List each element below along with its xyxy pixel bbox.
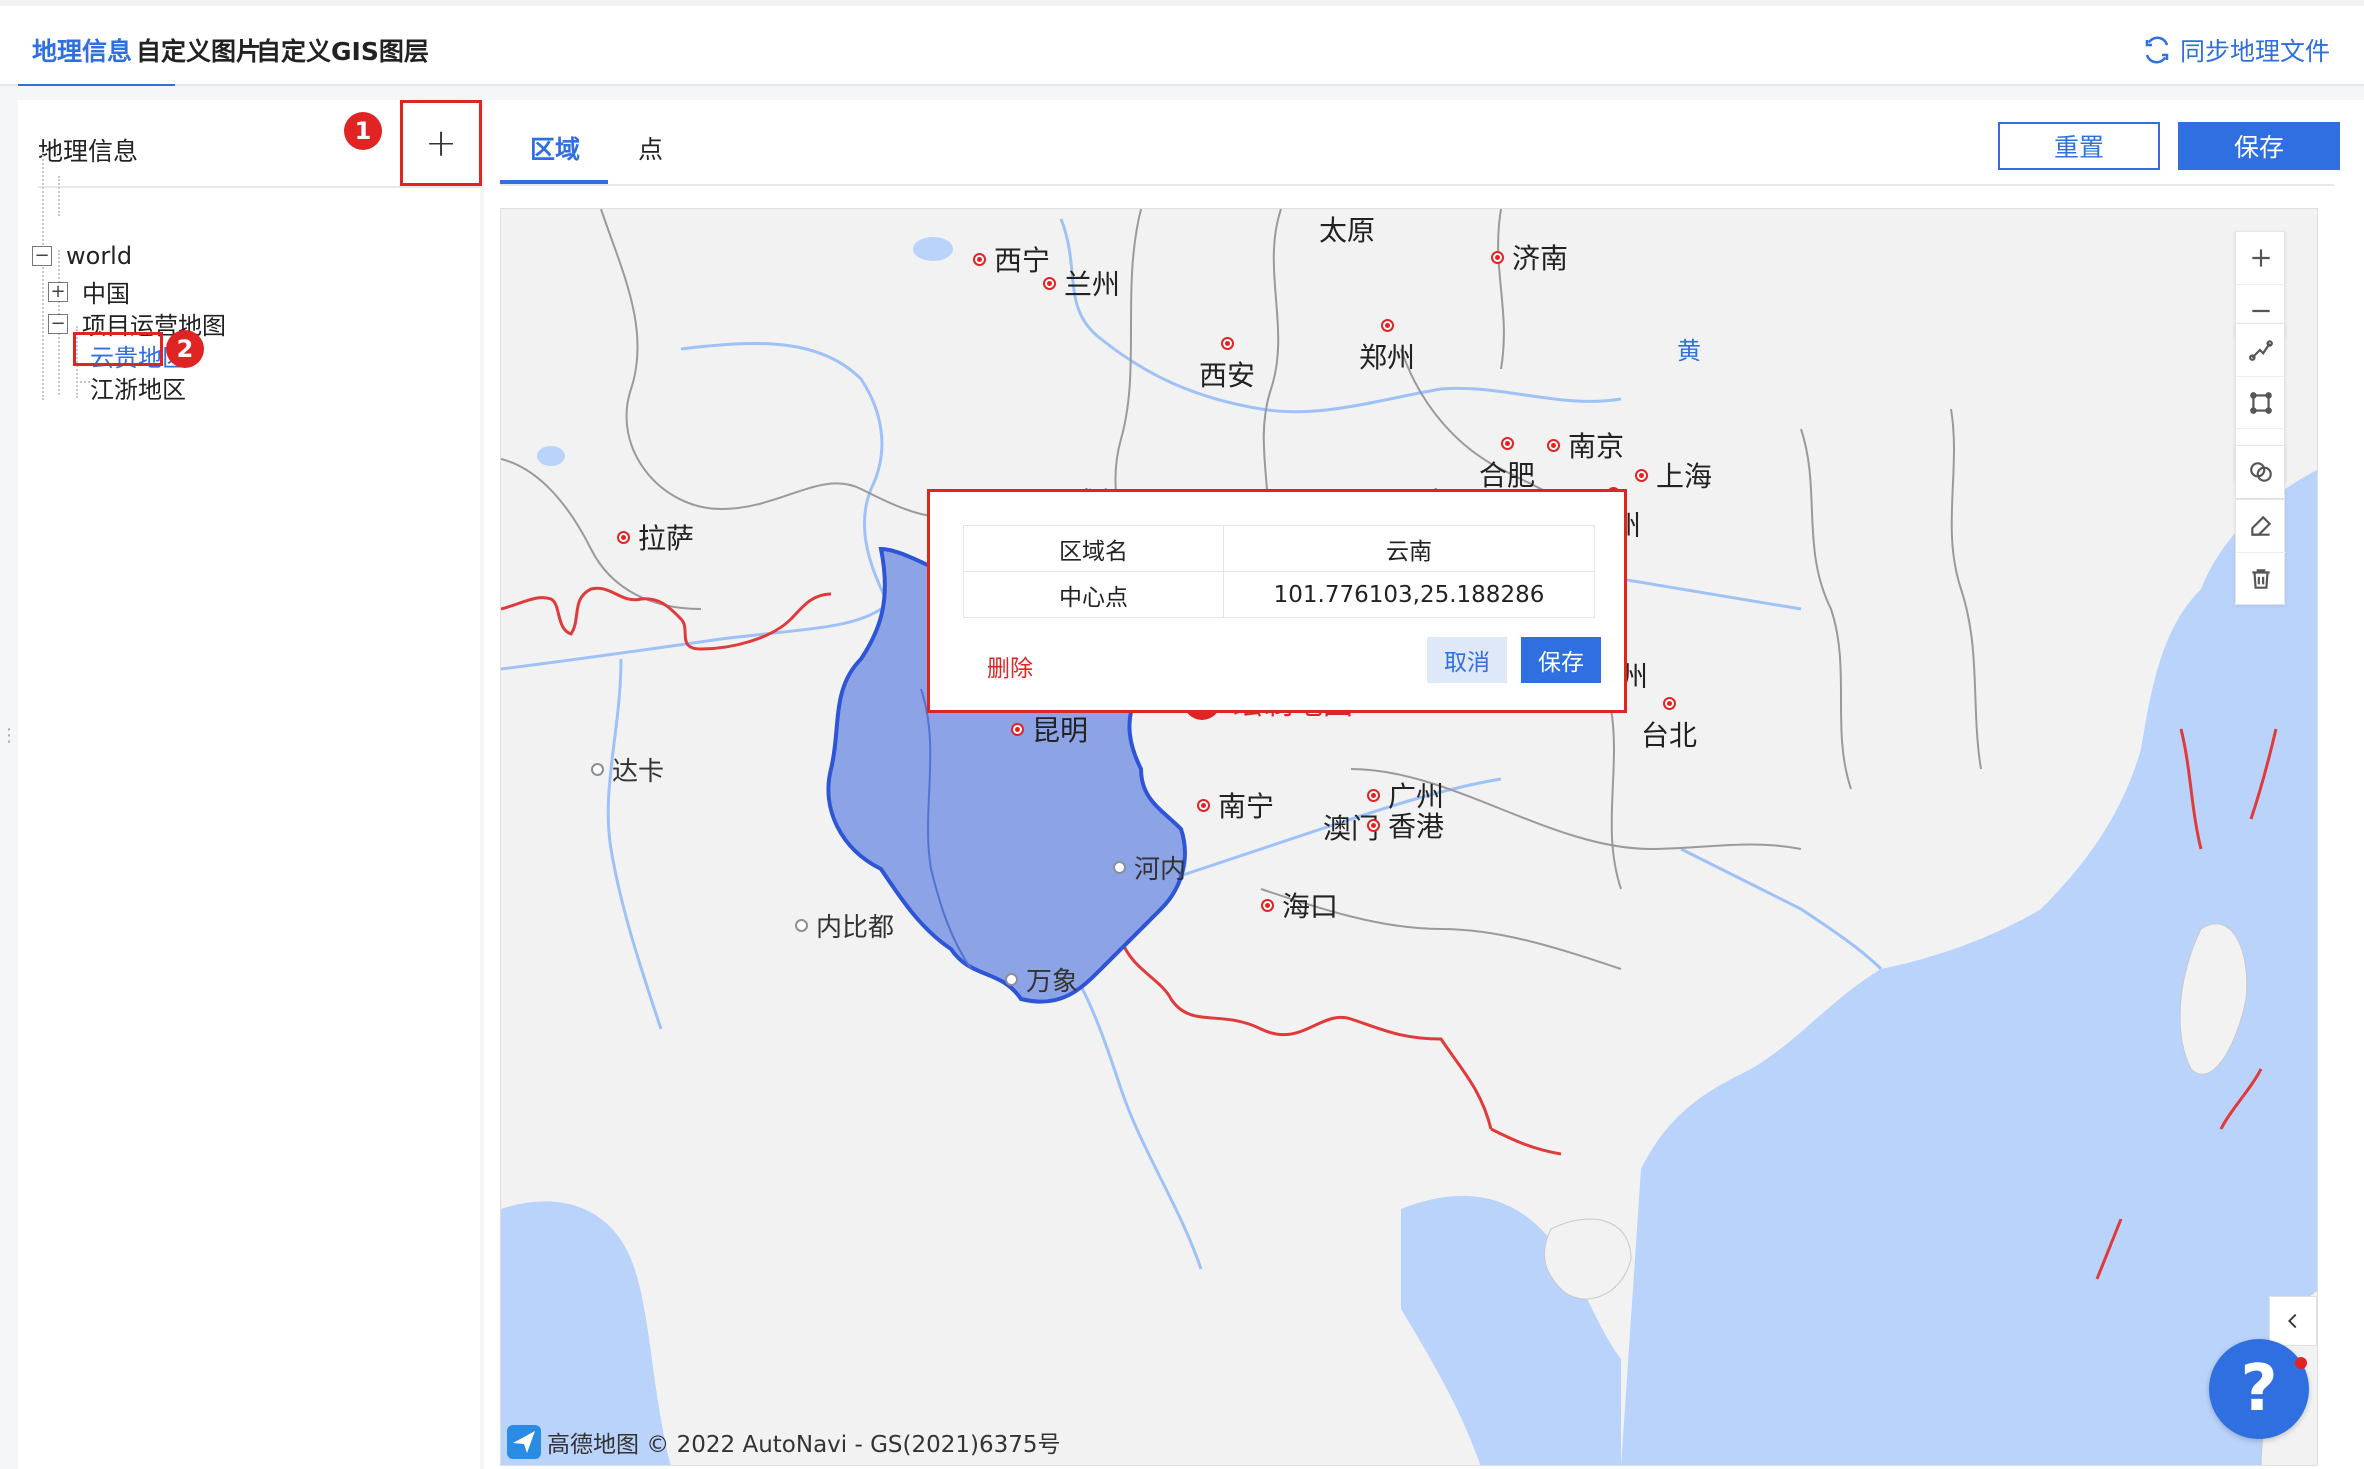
merge-tools	[2235, 445, 2285, 499]
save-button[interactable]: 保存	[2178, 122, 2340, 170]
geo-info-panel: 地理信息 + 1 − world + 中国 − 项目运营地图 云贵地区 2 江浙…	[18, 100, 482, 1469]
notification-dot	[2295, 1357, 2307, 1369]
tab-custom-gis-layer[interactable]: 自定义GIS图层	[256, 32, 429, 68]
city-dot-icon	[1662, 697, 1676, 710]
city-dot-icon	[1011, 722, 1024, 736]
city-dot-icon	[1261, 898, 1274, 912]
divider	[38, 186, 480, 188]
city-dot-icon	[1005, 973, 1018, 986]
draw-polyline-button[interactable]	[2236, 324, 2286, 376]
city-marker[interactable]: 内比都	[795, 907, 894, 944]
city-dot-icon	[1547, 438, 1560, 452]
collapse-icon[interactable]: −	[32, 246, 52, 266]
top-tab-bar: 地理信息 自定义图片 自定义GIS图层 同步地理文件	[0, 0, 2364, 88]
city-marker[interactable]: 香港	[1367, 805, 1444, 845]
sync-icon	[2145, 36, 2169, 64]
city-marker[interactable]: 台北	[1641, 697, 1697, 754]
city-dot-icon	[591, 763, 604, 776]
city-marker[interactable]: 拉萨	[617, 517, 694, 557]
city-dot-icon	[617, 530, 630, 544]
city-marker[interactable]: 河内	[1113, 849, 1186, 886]
tree-line	[42, 152, 44, 400]
city-dot-icon	[1113, 861, 1126, 874]
attribution-text: 高德地图 © 2022 AutoNavi - GS(2021)6375号	[547, 1432, 1061, 1458]
tree-node-jiangzhe[interactable]: 江浙地区	[90, 370, 186, 405]
highlight-box	[73, 332, 163, 366]
reset-button[interactable]: 重置	[1998, 122, 2160, 170]
tab-region[interactable]: 区域	[530, 130, 580, 166]
zoom-controls	[2235, 231, 2286, 337]
tree-line	[76, 381, 90, 383]
city-marker[interactable]: 上海	[1635, 455, 1712, 495]
edit-tools	[2235, 499, 2286, 605]
tab-point[interactable]: 点	[638, 130, 663, 166]
city-dot-icon	[1635, 468, 1648, 482]
city-marker[interactable]: 万象	[1005, 961, 1078, 998]
pencil-icon	[2251, 515, 2272, 536]
collapse-icon[interactable]: −	[48, 313, 68, 334]
city-marker[interactable]: 达卡	[591, 751, 664, 788]
city-dot-icon	[973, 252, 986, 266]
add-geo-button[interactable]: +	[400, 100, 482, 186]
city-marker[interactable]: 西安	[1199, 337, 1255, 394]
tab-custom-image[interactable]: 自定义图片	[136, 32, 261, 68]
city-marker[interactable]: 南京	[1547, 425, 1624, 465]
city-dot-icon	[1500, 437, 1514, 450]
edit-region-button[interactable]	[2236, 500, 2286, 552]
city-marker[interactable]: 海口	[1261, 885, 1338, 925]
zoom-in-button[interactable]	[2236, 232, 2286, 284]
tree-label: 中国	[82, 280, 130, 308]
help-button[interactable]: ?	[2209, 1339, 2309, 1439]
city-marker[interactable]: 西宁	[973, 239, 1050, 279]
panel-title: 地理信息	[38, 137, 139, 166]
city-dot-icon	[1043, 276, 1056, 290]
city-marker[interactable]: 合肥	[1479, 437, 1535, 494]
delete-region-button[interactable]	[2236, 552, 2286, 604]
city-label-partial: 黄	[1677, 337, 1701, 365]
tree-label: world	[66, 242, 133, 270]
annotation-badge-1: 1	[344, 112, 382, 150]
expand-icon[interactable]: +	[48, 281, 68, 302]
amap-logo-icon	[507, 1425, 541, 1459]
collapse-toolbar-button[interactable]	[2269, 1296, 2317, 1346]
map-canvas[interactable]: 太原 济南 西宁 兰州 郑州 西安 南京 合肥 上海 成都 武汉 拉萨 重庆 杭…	[500, 208, 2318, 1466]
polyline-icon	[2249, 340, 2273, 361]
minus-icon	[2252, 309, 2270, 312]
draw-rectangle-button[interactable]	[2236, 376, 2286, 428]
city-marker[interactable]: 昆明	[1011, 709, 1088, 749]
city-dot-icon	[1220, 337, 1234, 350]
city-dot-icon	[1491, 250, 1504, 264]
tree-node-world[interactable]: − world	[32, 242, 132, 270]
city-dot-icon	[795, 919, 808, 932]
city-dot-icon	[1367, 788, 1380, 802]
highlight-box	[927, 489, 1627, 713]
city-marker[interactable]: 郑州	[1359, 319, 1415, 376]
city-marker[interactable]: 兰州	[1043, 263, 1120, 303]
tree-node-china[interactable]: + 中国	[48, 274, 130, 309]
city-dot-icon	[1367, 818, 1380, 832]
rectangle-icon	[2250, 391, 2272, 414]
merge-region-button[interactable]	[2236, 446, 2286, 498]
sync-label: 同步地理文件	[2179, 37, 2330, 66]
city-label: 太原	[1319, 214, 1376, 247]
city-dot-icon	[1380, 319, 1394, 332]
tab-geo-info[interactable]: 地理信息	[32, 32, 132, 68]
panel-resizer-handle[interactable]: ⋮	[0, 725, 18, 755]
map-attribution: 高德地图 © 2022 AutoNavi - GS(2021)6375号	[507, 1425, 1061, 1459]
annotation-badge-2: 2	[166, 330, 204, 368]
tree-label: 江浙地区	[90, 376, 186, 404]
city-dot-icon	[1197, 798, 1210, 812]
trash-icon	[2252, 568, 2270, 589]
chevron-left-icon	[2288, 1313, 2297, 1329]
overlap-circles-icon	[2250, 462, 2272, 482]
sync-geo-files-button[interactable]: 同步地理文件	[2142, 32, 2330, 68]
city-marker[interactable]: 济南	[1491, 237, 1568, 277]
plus-icon	[2252, 249, 2270, 267]
city-marker[interactable]: 南宁	[1197, 785, 1274, 825]
tree-line	[58, 176, 60, 216]
divider	[500, 184, 2334, 186]
